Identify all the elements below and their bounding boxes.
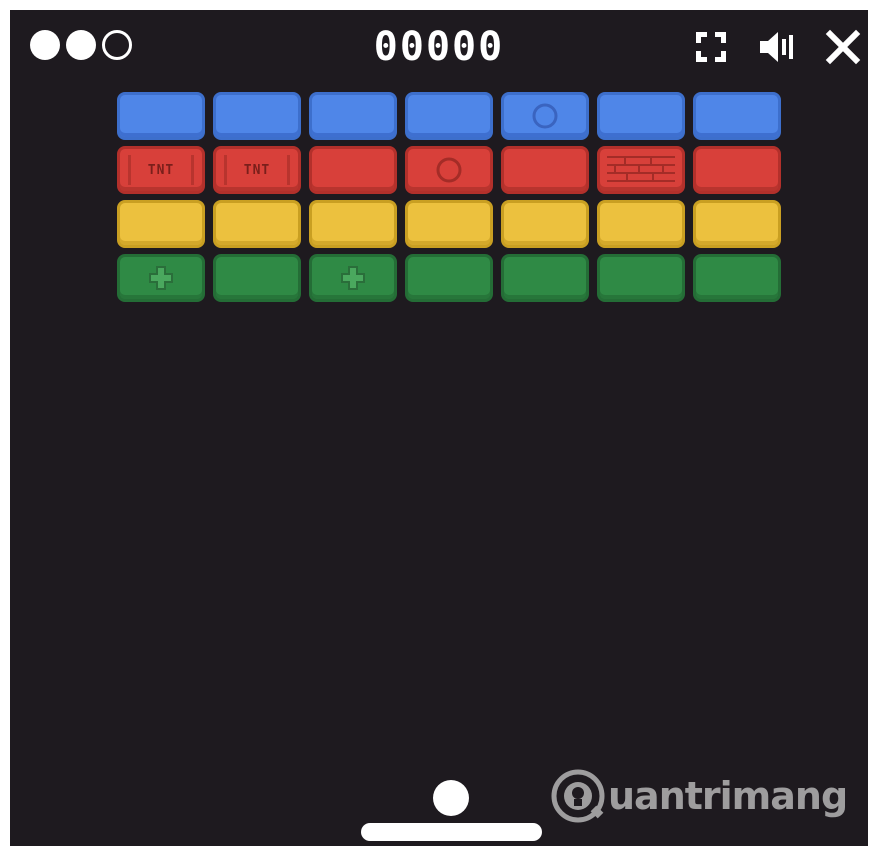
brick-green	[693, 254, 781, 302]
brick-red	[309, 146, 397, 194]
game-board[interactable]: 00000 TNT TNT uantrimang	[10, 10, 868, 846]
brick-blue	[597, 92, 685, 140]
game-controls	[692, 28, 862, 66]
plus-icon	[149, 266, 173, 290]
brick-wall-icon	[607, 156, 675, 182]
brick-green-plus	[117, 254, 205, 302]
lightbulb-icon	[551, 769, 605, 823]
brick-yellow	[693, 200, 781, 248]
brick-green-plus	[309, 254, 397, 302]
close-button[interactable]	[824, 28, 862, 66]
brick-red	[501, 146, 589, 194]
brick-red-tnt: TNT	[213, 146, 301, 194]
brick-blue	[405, 92, 493, 140]
brick-red-tnt: TNT	[117, 146, 205, 194]
brick-green	[597, 254, 685, 302]
tnt-stripes	[128, 155, 194, 185]
brick-green	[213, 254, 301, 302]
brick-yellow	[117, 200, 205, 248]
brick-red	[693, 146, 781, 194]
brick-yellow	[213, 200, 301, 248]
ball	[433, 780, 469, 816]
brick-yellow	[309, 200, 397, 248]
brick-red-brickwall	[597, 146, 685, 194]
ring-icon	[436, 157, 462, 183]
brick-red-ring	[405, 146, 493, 194]
fullscreen-button[interactable]	[692, 28, 730, 66]
brick-blue	[309, 92, 397, 140]
brick-green	[405, 254, 493, 302]
brick-green	[501, 254, 589, 302]
watermark-text: uantrimang	[608, 774, 848, 818]
watermark: uantrimang	[550, 768, 848, 824]
brick-blue	[117, 92, 205, 140]
close-icon	[825, 29, 861, 65]
plus-icon	[341, 266, 365, 290]
fullscreen-icon	[696, 32, 726, 62]
brick-yellow	[405, 200, 493, 248]
brick-yellow	[501, 200, 589, 248]
ring-icon	[532, 103, 558, 129]
brick-grid: TNT TNT	[117, 92, 781, 302]
brick-blue	[213, 92, 301, 140]
brick-blue-ring	[501, 92, 589, 140]
brick-yellow	[597, 200, 685, 248]
brick-blue	[693, 92, 781, 140]
sound-button[interactable]	[758, 28, 796, 66]
tnt-stripes	[224, 155, 290, 185]
sound-icon	[760, 32, 793, 62]
paddle[interactable]	[361, 823, 542, 841]
